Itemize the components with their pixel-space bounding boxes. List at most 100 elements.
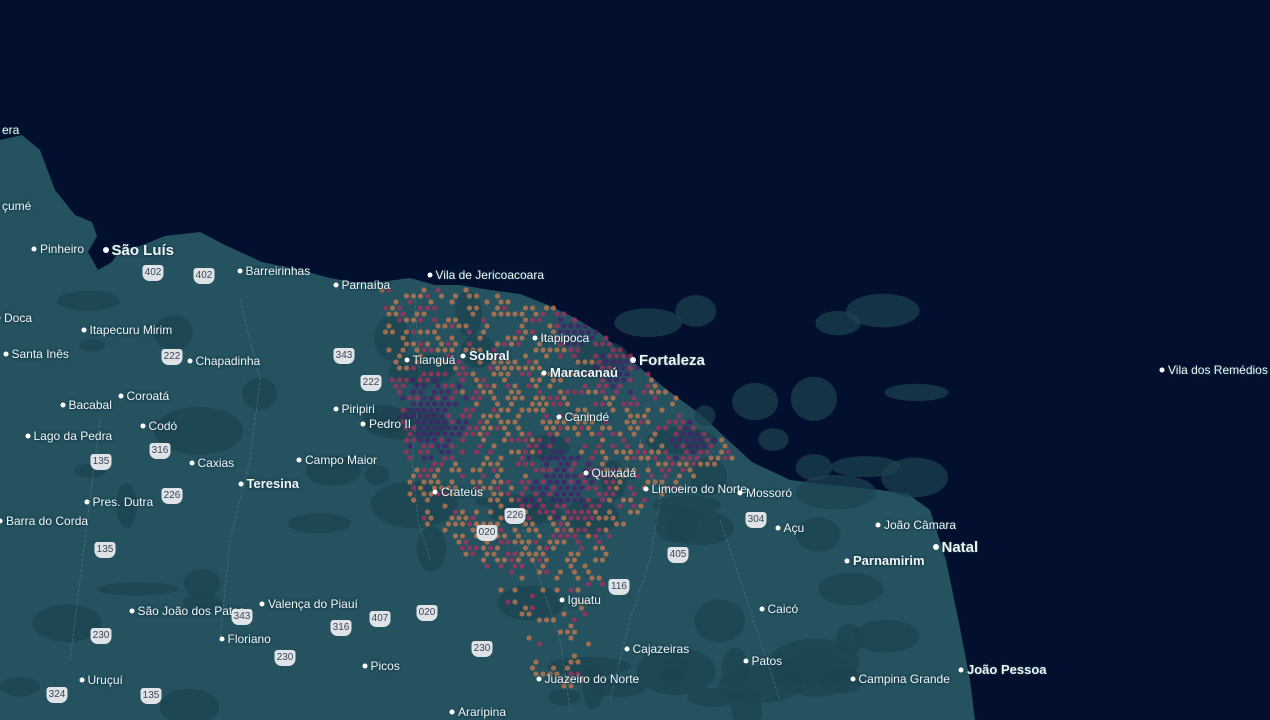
hexbin — [592, 449, 599, 455]
city-name: Valença do Piauí — [268, 597, 358, 611]
hexbin — [564, 629, 571, 635]
city-dot — [219, 636, 224, 642]
hexbin — [687, 419, 693, 425]
hexbin — [424, 521, 431, 527]
terrain-patch — [718, 666, 803, 703]
city-name: Araripina — [458, 705, 507, 719]
hexbin — [550, 533, 557, 539]
hexbin — [599, 389, 606, 395]
hexbin — [536, 497, 543, 503]
city-name: Juazeiro do Norte — [544, 672, 640, 686]
road-shield: 407 — [369, 611, 391, 627]
hexbin — [575, 659, 581, 665]
hexbin — [578, 545, 585, 551]
terrain-patch — [547, 688, 582, 706]
hexbin — [417, 425, 424, 431]
hexbin — [487, 425, 494, 431]
city-name: Lago da Pedra — [33, 429, 113, 443]
hexbin — [690, 437, 697, 443]
hexbin — [648, 389, 655, 395]
hexbin — [585, 425, 592, 431]
hexbin — [529, 437, 536, 443]
hexbin — [634, 401, 641, 407]
hexbin — [582, 503, 588, 509]
hexbin — [627, 425, 634, 431]
hexbin — [449, 383, 455, 389]
terrain-patch — [853, 620, 920, 653]
hexbin — [589, 515, 595, 521]
hexbin — [515, 329, 522, 335]
hexbin — [708, 443, 714, 449]
city-name: Parnamirim — [853, 553, 925, 568]
hexbin — [431, 317, 438, 323]
hexbin — [473, 545, 480, 551]
hexbin — [540, 395, 546, 401]
hexbin — [561, 611, 567, 617]
hexbin — [400, 335, 406, 341]
hexbin — [445, 341, 452, 347]
hexbin — [557, 485, 564, 491]
hexbin — [403, 449, 410, 455]
hexbin — [529, 365, 536, 371]
hexbin — [571, 653, 578, 659]
hexbin — [403, 365, 410, 371]
hexbin — [610, 407, 616, 413]
hexbin — [683, 449, 690, 455]
hexbin — [452, 389, 459, 395]
hexbin — [624, 371, 630, 377]
hexbin — [585, 389, 592, 395]
hexbin — [396, 365, 403, 371]
hexbin — [498, 503, 504, 509]
hexbin — [421, 431, 427, 437]
hexbin — [522, 521, 529, 527]
hexbin — [582, 359, 588, 365]
hexbin — [459, 545, 466, 551]
hexbin — [599, 449, 606, 455]
hexbin — [466, 545, 473, 551]
hexbin — [557, 317, 564, 323]
hexbin — [543, 509, 550, 515]
map-canvas[interactable]: era çumé Pinheiro São Luís Barreirinhas Parna… — [0, 0, 1270, 720]
city-name: Mossoró — [746, 486, 793, 500]
city-dot — [850, 676, 855, 682]
city-dot — [404, 357, 409, 363]
hexbin — [627, 377, 634, 383]
city-dot — [60, 402, 65, 408]
hexbin — [606, 353, 613, 359]
hexbin — [512, 419, 518, 425]
hexbin — [603, 455, 609, 461]
hexbin — [543, 305, 550, 311]
hexbin — [599, 557, 606, 563]
hexbin — [648, 377, 655, 383]
road-shield: 222 — [161, 349, 183, 365]
hexbin — [508, 449, 515, 455]
hexbin — [568, 455, 574, 461]
hexbin — [564, 425, 571, 431]
hexbin — [662, 425, 669, 431]
hexbin — [536, 545, 543, 551]
hexbin — [561, 347, 567, 353]
hexbin — [540, 407, 546, 413]
hexbin — [585, 485, 592, 491]
hexbin — [564, 437, 571, 443]
hexbin — [435, 287, 441, 293]
hexbin — [470, 479, 476, 485]
hexbin — [410, 317, 417, 323]
hexbin — [435, 347, 441, 353]
hexbin — [624, 407, 630, 413]
hexbin — [536, 377, 543, 383]
city-dot — [630, 357, 636, 363]
hexbin — [498, 467, 504, 473]
hexbin — [543, 425, 550, 431]
hexbin — [508, 341, 515, 347]
hexbin — [704, 461, 711, 467]
hexbin — [449, 299, 455, 305]
hexbin — [592, 533, 599, 539]
hexbin — [403, 317, 410, 323]
hexbin — [459, 521, 466, 527]
hexbin — [638, 419, 644, 425]
hexbin — [522, 605, 529, 611]
hexbin — [459, 389, 466, 395]
hexbin — [697, 449, 704, 455]
hexbin — [480, 377, 487, 383]
